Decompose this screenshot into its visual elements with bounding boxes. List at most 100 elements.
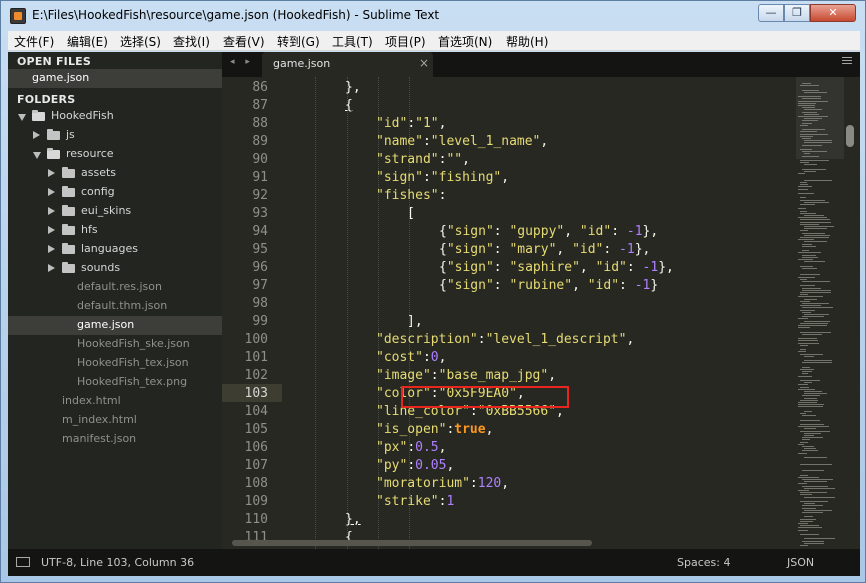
sidebar-file-item[interactable]: HookedFish_tex.png: [8, 373, 222, 392]
code-token: "1": [415, 116, 439, 131]
minimap[interactable]: [796, 77, 844, 549]
tab-menu-icon[interactable]: [842, 57, 852, 67]
code-line[interactable]: "px":0.5,: [376, 440, 446, 458]
menu-find[interactable]: 查找(I): [173, 33, 210, 50]
code-line[interactable]: },: [345, 80, 361, 98]
disclosure-right-icon[interactable]: [48, 264, 55, 272]
code-token: "saphire": [509, 260, 580, 275]
code-token: },: [345, 512, 361, 527]
code-token: "fishing": [430, 170, 502, 185]
sidebar-folder-item[interactable]: eui_skins: [8, 202, 222, 221]
code-line[interactable]: [: [407, 206, 415, 224]
sidebar-item-label: config: [81, 185, 115, 198]
code-line[interactable]: {"sign": "guppy", "id": -1},: [439, 224, 658, 242]
menu-file[interactable]: 文件(F): [14, 33, 54, 50]
sidebar-file-item[interactable]: game.json: [8, 316, 222, 335]
status-indentation[interactable]: Spaces: 4: [677, 556, 730, 569]
code-line[interactable]: {"sign": "saphire", "id": -1},: [439, 260, 674, 278]
menu-goto[interactable]: 转到(G): [277, 33, 320, 50]
disclosure-right-icon[interactable]: [48, 188, 55, 196]
minimap-line: [798, 103, 816, 104]
tab-label: game.json: [273, 57, 331, 70]
code-line[interactable]: {"sign": "mary", "id": -1},: [439, 242, 650, 260]
sidebar-file-item[interactable]: manifest.json: [8, 430, 222, 449]
code-line[interactable]: {: [345, 98, 353, 116]
sublime-app-icon: [10, 8, 26, 24]
sidebar-folder-item[interactable]: config: [8, 183, 222, 202]
menu-bar: 文件(F) 编辑(E) 选择(S) 查找(I) 查看(V) 转到(G) 工具(T…: [8, 31, 860, 51]
disclosure-right-icon[interactable]: [48, 207, 55, 215]
maximize-button[interactable]: ❐: [784, 4, 810, 22]
minimap-line: [802, 505, 823, 506]
code-area[interactable]: },{"id":"1", "name":"level_1_name", "stran…: [282, 77, 792, 549]
sidebar-file-item[interactable]: default.res.json: [8, 278, 222, 297]
line-number: 90: [252, 152, 268, 167]
code-line[interactable]: },: [345, 512, 361, 530]
code-line[interactable]: {"sign": "rubine", "id": -1}: [439, 278, 658, 296]
title-bar[interactable]: E:\Files\HookedFish\resource\game.json (…: [1, 1, 865, 31]
sidebar-folder-item[interactable]: assets: [8, 164, 222, 183]
tab-nav-arrows[interactable]: ◂ ▸: [230, 57, 254, 67]
sidebar-folder-item[interactable]: HookedFish: [8, 107, 222, 126]
close-window-button[interactable]: ✕: [810, 4, 856, 22]
menu-tools[interactable]: 工具(T): [332, 33, 373, 50]
code-line[interactable]: "fishes":: [376, 188, 446, 206]
code-token: {: [345, 98, 353, 113]
menu-preferences[interactable]: 首选项(N): [438, 33, 492, 50]
code-line[interactable]: "id":"1",: [376, 116, 446, 134]
minimap-line: [798, 406, 823, 407]
minimap-line: [800, 85, 819, 86]
disclosure-right-icon[interactable]: [48, 245, 55, 253]
code-line[interactable]: "strand":"",: [376, 152, 470, 170]
code-token: :: [438, 188, 447, 203]
sidebar-file-item[interactable]: HookedFish_tex.json: [8, 354, 222, 373]
minimap-line: [798, 402, 817, 403]
minimap-line: [802, 169, 826, 170]
code-line[interactable]: ],: [407, 314, 423, 332]
menu-selection[interactable]: 选择(S): [120, 33, 161, 50]
minimize-button[interactable]: —: [758, 4, 784, 22]
menu-project[interactable]: 项目(P): [385, 33, 426, 50]
status-syntax[interactable]: JSON: [787, 556, 814, 569]
sidebar-folder-item[interactable]: resource: [8, 145, 222, 164]
code-line[interactable]: "is_open":true,: [376, 422, 493, 440]
disclosure-right-icon[interactable]: [48, 169, 55, 177]
sidebar-file-item[interactable]: index.html: [8, 392, 222, 411]
disclosure-down-icon[interactable]: [33, 152, 41, 159]
sidebar-file-item[interactable]: HookedFish_ske.json: [8, 335, 222, 354]
disclosure-down-icon[interactable]: [18, 114, 26, 121]
code-line[interactable]: "moratorium":120,: [376, 476, 509, 494]
disclosure-right-icon[interactable]: [33, 131, 40, 139]
vertical-scrollbar-thumb[interactable]: [846, 125, 854, 147]
code-line[interactable]: "description":"level_1_descript",: [376, 332, 634, 350]
line-number: 110: [244, 512, 268, 527]
code-line[interactable]: "name":"level_1_name",: [376, 134, 548, 152]
code-line[interactable]: "py":0.05,: [376, 458, 454, 476]
code-line[interactable]: "sign":"fishing",: [376, 170, 509, 188]
sidebar-file-item[interactable]: default.thm.json: [8, 297, 222, 316]
tab-close-icon[interactable]: ×: [419, 56, 429, 70]
minimap-line: [800, 380, 820, 381]
disclosure-right-icon[interactable]: [48, 226, 55, 234]
panel-toggle-icon[interactable]: [16, 557, 30, 567]
sidebar-folder-item[interactable]: js: [8, 126, 222, 145]
code-token: ,: [438, 116, 447, 131]
sidebar-folder-item[interactable]: languages: [8, 240, 222, 259]
sidebar-folder-item[interactable]: sounds: [8, 259, 222, 278]
code-token: },: [634, 242, 651, 257]
menu-edit[interactable]: 编辑(E): [67, 33, 108, 50]
open-file-item[interactable]: game.json: [8, 69, 222, 88]
sidebar-folder-item[interactable]: hfs: [8, 221, 222, 240]
horizontal-scrollbar-thumb[interactable]: [232, 540, 592, 546]
code-line[interactable]: "cost":0,: [376, 350, 446, 368]
code-line[interactable]: "image":"base_map_jpg",: [376, 368, 556, 386]
code-token: :: [422, 350, 431, 365]
code-editor[interactable]: 86 87 88 89 90 91 92 93 94 95 96 97 98 99 100 101 102 103…: [222, 77, 860, 549]
menu-view[interactable]: 查看(V): [223, 33, 265, 50]
code-token: :: [493, 260, 510, 275]
tab-game-json[interactable]: game.json ×: [262, 52, 433, 77]
code-line[interactable]: "strike":1: [376, 494, 454, 512]
menu-help[interactable]: 帮助(H): [506, 33, 548, 50]
minimap-line: [800, 222, 831, 223]
sidebar-file-item[interactable]: m_index.html: [8, 411, 222, 430]
